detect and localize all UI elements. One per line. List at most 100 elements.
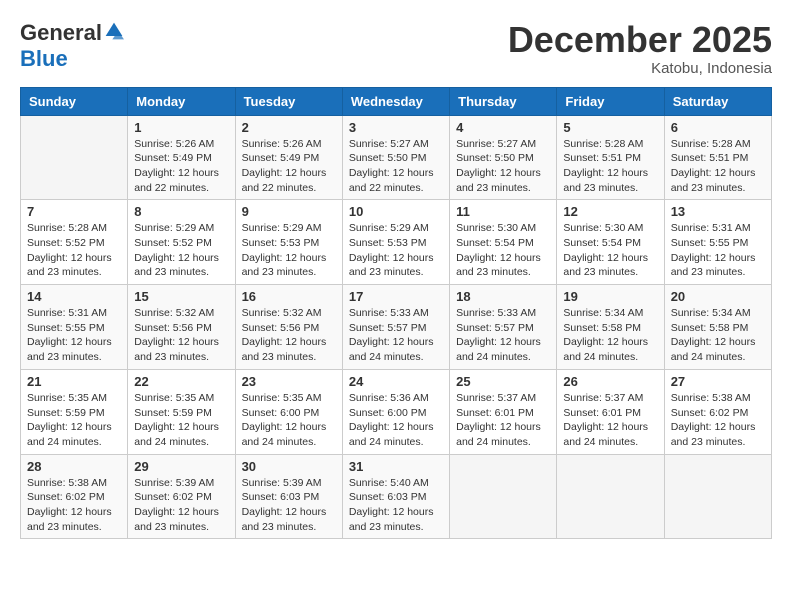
day-info: Sunrise: 5:35 AM Sunset: 5:59 PM Dayligh… [27, 391, 121, 450]
calendar-cell: 25 Sunrise: 5:37 AM Sunset: 6:01 PM Dayli… [450, 369, 557, 454]
calendar-cell: 12 Sunrise: 5:30 AM Sunset: 5:54 PM Dayli… [557, 200, 664, 285]
day-info: Sunrise: 5:34 AM Sunset: 5:58 PM Dayligh… [563, 306, 657, 365]
calendar-cell: 22 Sunrise: 5:35 AM Sunset: 5:59 PM Dayli… [128, 369, 235, 454]
day-info: Sunrise: 5:39 AM Sunset: 6:02 PM Dayligh… [134, 476, 228, 535]
column-header-sunday: Sunday [21, 87, 128, 115]
day-number: 10 [349, 204, 443, 219]
day-number: 29 [134, 459, 228, 474]
calendar-week-row: 28 Sunrise: 5:38 AM Sunset: 6:02 PM Dayli… [21, 454, 772, 539]
day-info: Sunrise: 5:28 AM Sunset: 5:51 PM Dayligh… [563, 137, 657, 196]
column-header-wednesday: Wednesday [342, 87, 449, 115]
day-info: Sunrise: 5:38 AM Sunset: 6:02 PM Dayligh… [27, 476, 121, 535]
calendar-cell: 27 Sunrise: 5:38 AM Sunset: 6:02 PM Dayli… [664, 369, 771, 454]
day-number: 20 [671, 289, 765, 304]
day-info: Sunrise: 5:27 AM Sunset: 5:50 PM Dayligh… [456, 137, 550, 196]
day-info: Sunrise: 5:28 AM Sunset: 5:51 PM Dayligh… [671, 137, 765, 196]
day-info: Sunrise: 5:40 AM Sunset: 6:03 PM Dayligh… [349, 476, 443, 535]
month-title: December 2025 [508, 20, 772, 60]
day-number: 25 [456, 374, 550, 389]
column-header-monday: Monday [128, 87, 235, 115]
calendar-cell [21, 115, 128, 200]
day-number: 15 [134, 289, 228, 304]
day-info: Sunrise: 5:29 AM Sunset: 5:53 PM Dayligh… [242, 221, 336, 280]
day-info: Sunrise: 5:36 AM Sunset: 6:00 PM Dayligh… [349, 391, 443, 450]
column-header-saturday: Saturday [664, 87, 771, 115]
logo-icon [104, 21, 124, 41]
logo-blue: Blue [20, 46, 68, 72]
day-number: 16 [242, 289, 336, 304]
page-header: General Blue December 2025 Katobu, Indon… [20, 20, 772, 77]
column-header-tuesday: Tuesday [235, 87, 342, 115]
day-info: Sunrise: 5:35 AM Sunset: 5:59 PM Dayligh… [134, 391, 228, 450]
calendar-cell: 10 Sunrise: 5:29 AM Sunset: 5:53 PM Dayli… [342, 200, 449, 285]
calendar-cell: 26 Sunrise: 5:37 AM Sunset: 6:01 PM Dayli… [557, 369, 664, 454]
day-number: 28 [27, 459, 121, 474]
day-info: Sunrise: 5:26 AM Sunset: 5:49 PM Dayligh… [134, 137, 228, 196]
day-number: 8 [134, 204, 228, 219]
calendar-cell: 8 Sunrise: 5:29 AM Sunset: 5:52 PM Daylig… [128, 200, 235, 285]
day-number: 3 [349, 120, 443, 135]
day-info: Sunrise: 5:29 AM Sunset: 5:53 PM Dayligh… [349, 221, 443, 280]
day-number: 1 [134, 120, 228, 135]
calendar-cell: 23Sunrise: 5:35 AM Sunset: 6:00 PM Dayli… [235, 369, 342, 454]
calendar-cell: 6 Sunrise: 5:28 AM Sunset: 5:51 PM Daylig… [664, 115, 771, 200]
day-number: 19 [563, 289, 657, 304]
calendar-week-row: 7 Sunrise: 5:28 AM Sunset: 5:52 PM Daylig… [21, 200, 772, 285]
calendar-cell [664, 454, 771, 539]
day-number: 7 [27, 204, 121, 219]
calendar-cell [557, 454, 664, 539]
day-info: Sunrise: 5:27 AM Sunset: 5:50 PM Dayligh… [349, 137, 443, 196]
day-info: Sunrise: 5:37 AM Sunset: 6:01 PM Dayligh… [456, 391, 550, 450]
day-number: 11 [456, 204, 550, 219]
day-number: 14 [27, 289, 121, 304]
calendar-cell: 18Sunrise: 5:33 AM Sunset: 5:57 PM Dayli… [450, 285, 557, 370]
day-number: 22 [134, 374, 228, 389]
day-info: Sunrise: 5:29 AM Sunset: 5:52 PM Dayligh… [134, 221, 228, 280]
calendar-cell: 2 Sunrise: 5:26 AM Sunset: 5:49 PM Daylig… [235, 115, 342, 200]
calendar-cell: 24Sunrise: 5:36 AM Sunset: 6:00 PM Dayli… [342, 369, 449, 454]
day-number: 5 [563, 120, 657, 135]
calendar-cell: 17Sunrise: 5:33 AM Sunset: 5:57 PM Dayli… [342, 285, 449, 370]
calendar-cell: 14 Sunrise: 5:31 AM Sunset: 5:55 PM Dayli… [21, 285, 128, 370]
calendar-cell: 7 Sunrise: 5:28 AM Sunset: 5:52 PM Daylig… [21, 200, 128, 285]
day-info: Sunrise: 5:37 AM Sunset: 6:01 PM Dayligh… [563, 391, 657, 450]
day-info: Sunrise: 5:30 AM Sunset: 5:54 PM Dayligh… [563, 221, 657, 280]
calendar-cell: 13 Sunrise: 5:31 AM Sunset: 5:55 PM Dayli… [664, 200, 771, 285]
day-info: Sunrise: 5:31 AM Sunset: 5:55 PM Dayligh… [27, 306, 121, 365]
day-number: 17 [349, 289, 443, 304]
day-info: Sunrise: 5:32 AM Sunset: 5:56 PM Dayligh… [134, 306, 228, 365]
day-info: Sunrise: 5:38 AM Sunset: 6:02 PM Dayligh… [671, 391, 765, 450]
day-number: 2 [242, 120, 336, 135]
calendar-cell: 4 Sunrise: 5:27 AM Sunset: 5:50 PM Daylig… [450, 115, 557, 200]
calendar-table: SundayMondayTuesdayWednesdayThursdayFrid… [20, 87, 772, 540]
day-number: 4 [456, 120, 550, 135]
calendar-cell: 21Sunrise: 5:35 AM Sunset: 5:59 PM Dayli… [21, 369, 128, 454]
day-number: 13 [671, 204, 765, 219]
day-number: 18 [456, 289, 550, 304]
calendar-cell: 9Sunrise: 5:29 AM Sunset: 5:53 PM Daylig… [235, 200, 342, 285]
calendar-cell: 29 Sunrise: 5:39 AM Sunset: 6:02 PM Dayli… [128, 454, 235, 539]
day-info: Sunrise: 5:30 AM Sunset: 5:54 PM Dayligh… [456, 221, 550, 280]
day-number: 12 [563, 204, 657, 219]
calendar-cell: 30Sunrise: 5:39 AM Sunset: 6:03 PM Dayli… [235, 454, 342, 539]
calendar-cell: 31 Sunrise: 5:40 AM Sunset: 6:03 PM Dayli… [342, 454, 449, 539]
title-section: December 2025 Katobu, Indonesia [508, 20, 772, 77]
calendar-week-row: 21Sunrise: 5:35 AM Sunset: 5:59 PM Dayli… [21, 369, 772, 454]
day-info: Sunrise: 5:26 AM Sunset: 5:49 PM Dayligh… [242, 137, 336, 196]
column-header-thursday: Thursday [450, 87, 557, 115]
calendar-cell: 19 Sunrise: 5:34 AM Sunset: 5:58 PM Dayli… [557, 285, 664, 370]
day-number: 27 [671, 374, 765, 389]
day-info: Sunrise: 5:28 AM Sunset: 5:52 PM Dayligh… [27, 221, 121, 280]
day-number: 6 [671, 120, 765, 135]
day-info: Sunrise: 5:32 AM Sunset: 5:56 PM Dayligh… [242, 306, 336, 365]
logo-general: General [20, 20, 102, 46]
location-subtitle: Katobu, Indonesia [508, 60, 772, 77]
logo: General Blue [20, 20, 124, 72]
calendar-cell: 20Sunrise: 5:34 AM Sunset: 5:58 PM Dayli… [664, 285, 771, 370]
day-number: 26 [563, 374, 657, 389]
day-number: 31 [349, 459, 443, 474]
column-header-friday: Friday [557, 87, 664, 115]
calendar-cell [450, 454, 557, 539]
calendar-week-row: 14 Sunrise: 5:31 AM Sunset: 5:55 PM Dayli… [21, 285, 772, 370]
day-info: Sunrise: 5:31 AM Sunset: 5:55 PM Dayligh… [671, 221, 765, 280]
